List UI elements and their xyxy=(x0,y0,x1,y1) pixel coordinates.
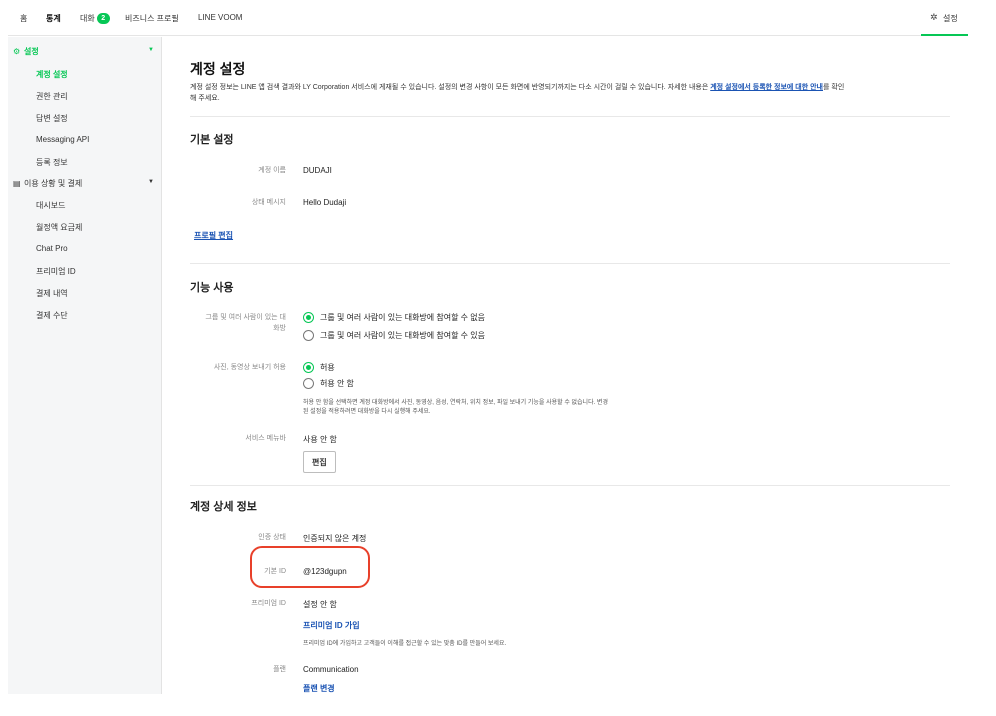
sidebar-item-registration-info[interactable]: 등록 정보 xyxy=(36,157,68,168)
edit-service-menu-button[interactable]: 편집 xyxy=(303,451,336,473)
page-title: 계정 설정 xyxy=(190,61,246,77)
radio-group-chat-allow[interactable]: 그룹 및 여러 사람이 있는 대화방에 참여할 수 있음 xyxy=(303,330,485,341)
sidebar-group-settings-label: 설정 xyxy=(24,47,39,56)
sidebar-item-payment-history[interactable]: 결제 내역 xyxy=(36,288,68,299)
tab-chat-label: 대화 xyxy=(80,14,95,23)
premium-id-value: 설정 안 함 xyxy=(303,600,337,609)
plan-value: Communication xyxy=(303,665,359,674)
account-name-value: DUDAJI xyxy=(303,166,332,175)
media-note-line2: 된 설정을 적용하려면 대화방을 다시 실행해 주세요. xyxy=(303,409,431,415)
sidebar-item-reply-settings[interactable]: 답변 설정 xyxy=(36,113,68,124)
sidebar-group-billing-label: 이용 상황 및 결제 xyxy=(24,179,83,188)
service-menu-label: 서비스 메뉴바 xyxy=(245,435,286,442)
divider xyxy=(190,263,950,264)
radio-label: 허용 안 함 xyxy=(320,379,354,388)
main-content: 계정 설정 계정 설정 정보는 LINE 앱 검색 결과와 LY Corpora… xyxy=(190,0,950,716)
sidebar-item-dashboard[interactable]: 대시보드 xyxy=(36,200,65,211)
radio-unselected-icon[interactable] xyxy=(303,378,314,389)
verification-label: 인증 상태 xyxy=(258,534,286,541)
chevron-down-icon[interactable]: ▼ xyxy=(148,47,154,53)
sidebar-item-account-settings[interactable]: 계정 설정 xyxy=(36,69,68,80)
info-guide-link[interactable]: 계정 설정에서 등록한 정보에 대한 안내 xyxy=(710,84,823,91)
page-description: 계정 설정 정보는 LINE 앱 검색 결과와 LY Corporation 서… xyxy=(190,82,945,104)
media-note: 허용 안 함을 선택하면 계정 대화방에서 사진, 동영상, 음성, 연락처, … xyxy=(303,399,608,417)
desc-text-2: 를 확인 xyxy=(823,84,845,91)
radio-selected-icon[interactable] xyxy=(303,362,314,373)
service-menu-value: 사용 안 함 xyxy=(303,435,337,444)
premium-id-signup-link[interactable]: 프리미엄 ID 가입 xyxy=(303,620,360,631)
change-plan-link[interactable]: 플랜 변경 xyxy=(303,683,335,694)
group-chat-label: 그룹 및 여러 사람이 있는 대화방 xyxy=(190,312,286,334)
radio-selected-icon[interactable] xyxy=(303,312,314,323)
section-title-basic: 기본 설정 xyxy=(190,134,234,146)
premium-id-note: 프리미엄 ID에 가입하고 고객들이 이해를 접근할 수 있는 맞춤 ID를 만… xyxy=(303,641,507,647)
radio-label: 허용 xyxy=(320,363,335,372)
radio-media-deny[interactable]: 허용 안 함 xyxy=(303,378,354,389)
sidebar-item-messaging-api[interactable]: Messaging API xyxy=(36,135,89,144)
sidebar-group-billing[interactable]: ▤ 이용 상황 및 결제 xyxy=(13,178,82,189)
gear-outline-icon: ⚙ xyxy=(13,47,21,56)
account-name-label: 계정 이름 xyxy=(258,167,286,174)
plan-label: 플랜 xyxy=(273,666,286,673)
edit-profile-link[interactable]: 프로필 편집 xyxy=(194,230,233,241)
status-message-label: 상태 메시지 xyxy=(251,199,286,206)
sidebar-item-monthly-plan[interactable]: 월정액 요금제 xyxy=(36,222,82,233)
radio-group-chat-disallow[interactable]: 그룹 및 여러 사람이 있는 대화방에 참여할 수 없음 xyxy=(303,312,485,323)
group-chat-label-line1: 그룹 및 여러 사람이 있는 대 xyxy=(205,314,286,321)
status-message-value: Hello Dudaji xyxy=(303,198,347,207)
group-chat-label-line2: 화방 xyxy=(273,325,286,332)
sidebar-group-settings[interactable]: ⚙ 설정 xyxy=(13,46,39,57)
sidebar-item-premium-id[interactable]: 프리미엄 ID xyxy=(36,266,76,277)
desc-text-3: 해 주세요. xyxy=(190,95,220,102)
media-send-label: 사진, 동영상 보내기 허용 xyxy=(213,364,286,371)
chevron-down-icon[interactable]: ▼ xyxy=(148,179,154,185)
radio-label: 그룹 및 여러 사람이 있는 대화방에 참여할 수 없음 xyxy=(320,313,485,322)
desc-text: 계정 설정 정보는 LINE 앱 검색 결과와 LY Corporation 서… xyxy=(190,84,711,91)
divider xyxy=(190,116,950,117)
sidebar-item-payment-method[interactable]: 결제 수단 xyxy=(36,310,68,321)
premium-id-label: 프리미엄 ID xyxy=(251,600,286,607)
radio-label: 그룹 및 여러 사람이 있는 대화방에 참여할 수 있음 xyxy=(320,331,485,340)
basic-id-highlight-annotation xyxy=(250,546,370,588)
document-icon: ▤ xyxy=(13,179,21,188)
chat-count-badge: 2 xyxy=(96,13,110,25)
divider xyxy=(190,485,950,486)
section-title-details: 계정 상세 정보 xyxy=(190,501,257,513)
radio-media-allow[interactable]: 허용 xyxy=(303,362,335,373)
tab-home[interactable]: 홈 xyxy=(20,13,27,24)
sidebar-item-chat-pro[interactable]: Chat Pro xyxy=(36,244,68,253)
tab-stats[interactable]: 통계 xyxy=(46,13,61,24)
tab-chat[interactable]: 대화 2 xyxy=(80,13,110,25)
sidebar: ⚙ 설정 ▼ 계정 설정 권한 관리 답변 설정 Messaging API 등록… xyxy=(8,37,162,694)
verification-value: 인증되지 않은 계정 xyxy=(303,534,367,543)
media-note-line1: 허용 안 함을 선택하면 계정 대화방에서 사진, 동영상, 음성, 연락처, … xyxy=(303,400,608,406)
sidebar-item-permissions[interactable]: 권한 관리 xyxy=(36,91,68,102)
tab-business-profile[interactable]: 비즈니스 프로필 xyxy=(125,13,179,24)
radio-unselected-icon[interactable] xyxy=(303,330,314,341)
section-title-features: 기능 사용 xyxy=(190,282,234,294)
